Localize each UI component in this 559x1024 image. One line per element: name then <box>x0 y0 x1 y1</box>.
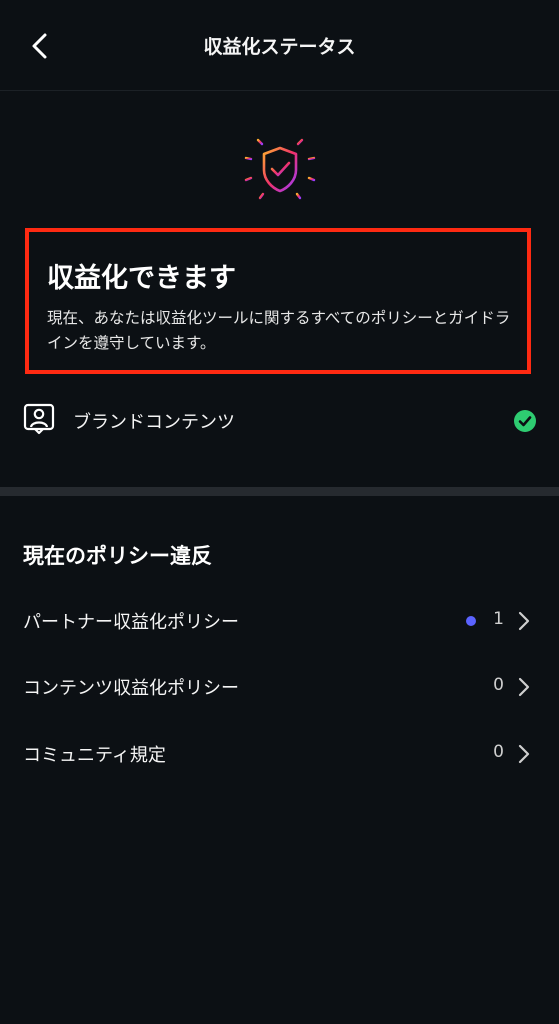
person-badge-icon <box>23 403 55 435</box>
top-bar: 収益化ステータス <box>0 0 559 91</box>
policy-row-partner[interactable]: パートナー収益化ポリシー 1 <box>0 596 559 646</box>
policy-row-community[interactable]: コミュニティ規定 0 <box>0 729 559 779</box>
brand-content-row[interactable]: ブランドコンテンツ <box>0 392 559 448</box>
policy-label: パートナー収益化ポリシー <box>23 612 239 633</box>
violation-count: 1 <box>493 609 504 629</box>
brand-content-label: ブランドコンテンツ <box>73 412 235 433</box>
page-title: 収益化ステータス <box>203 36 356 58</box>
violations-section-title: 現在のポリシー違反 <box>23 544 212 568</box>
chevron-right-icon <box>518 611 530 631</box>
policy-row-content[interactable]: コンテンツ収益化ポリシー 0 <box>0 662 559 712</box>
policy-label: コンテンツ収益化ポリシー <box>23 678 239 699</box>
notification-dot <box>466 616 476 626</box>
monetization-status-panel: 収益化できます 現在、あなたは収益化ツールに関するすべてのポリシーとガイドライン… <box>25 228 531 374</box>
violation-count: 0 <box>493 675 504 695</box>
status-description: 現在、あなたは収益化ツールに関するすべてのポリシーとガイドラインを遵守しています… <box>47 309 511 352</box>
violation-count: 0 <box>493 742 504 762</box>
chevron-right-icon <box>518 744 530 764</box>
status-title: 収益化できます <box>47 263 236 294</box>
section-divider <box>0 487 559 496</box>
policy-label: コミュニティ規定 <box>23 745 166 766</box>
chevron-right-icon <box>518 677 530 697</box>
check-icon <box>514 410 536 432</box>
shield-check-icon <box>238 128 322 212</box>
